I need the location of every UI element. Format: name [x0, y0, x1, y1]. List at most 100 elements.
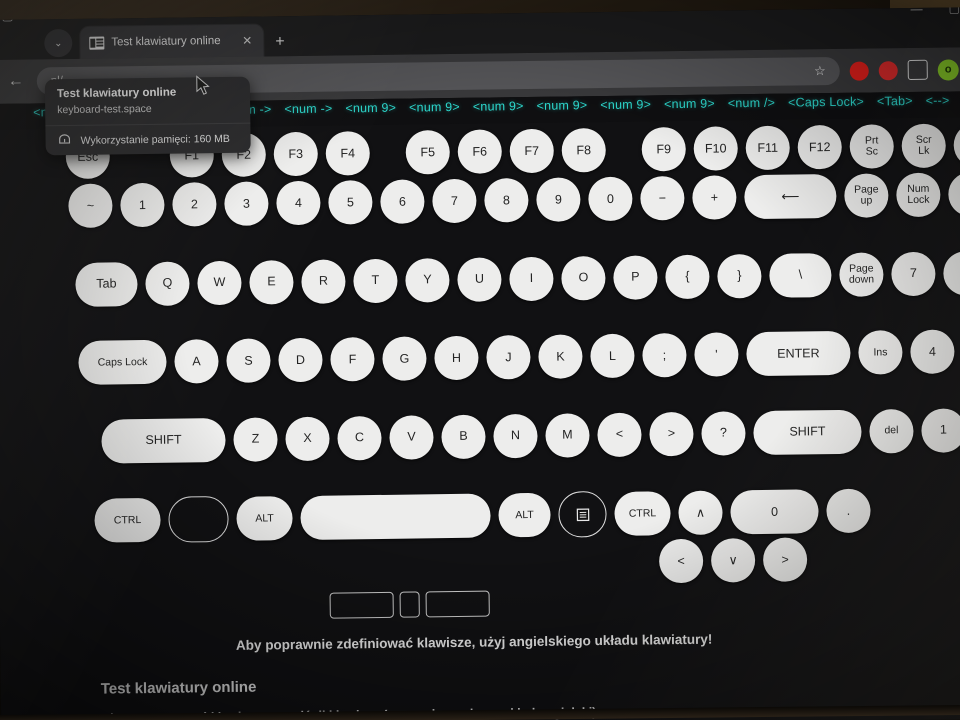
key-shift[interactable]: SHIFT [753, 409, 862, 455]
red-shield-icon[interactable] [878, 60, 898, 80]
key-[interactable]: + [692, 175, 737, 220]
key-ctrl[interactable]: CTRL [614, 491, 671, 536]
key-1[interactable]: 1 [120, 182, 165, 228]
key-[interactable]: ∨ [710, 538, 756, 583]
bookmark-star-icon[interactable]: ☆ [814, 63, 826, 79]
key-page-down[interactable]: Page down [839, 251, 884, 297]
key-[interactable]: ⟵ [744, 173, 837, 220]
key-[interactable]: < [597, 412, 642, 457]
key-[interactable]: ~ [68, 183, 113, 229]
keyboard-bottom-rect[interactable] [425, 590, 490, 618]
key-ins[interactable]: Ins [858, 330, 903, 375]
keyboard-bottom-rect[interactable] [329, 591, 394, 619]
key-enter[interactable]: ENTER [746, 330, 851, 377]
key-7[interactable]: 7 [432, 178, 477, 224]
key-f10[interactable]: F10 [693, 126, 739, 171]
menu-key[interactable] [558, 491, 607, 538]
key-[interactable]: } [717, 253, 762, 299]
key-2[interactable]: 2 [172, 182, 217, 227]
new-tab-button[interactable]: + [275, 33, 285, 51]
key-[interactable]: / [948, 171, 960, 217]
key-6[interactable]: 6 [380, 179, 425, 224]
key-f11[interactable]: F11 [745, 125, 791, 171]
key-7[interactable]: 7 [891, 251, 936, 296]
key-0[interactable]: 0 [730, 489, 819, 535]
key-alt[interactable]: ALT [236, 496, 293, 541]
key-c[interactable]: C [337, 415, 382, 461]
key-e[interactable]: E [249, 259, 294, 305]
key-x[interactable]: X [285, 416, 330, 461]
key-o[interactable]: O [561, 255, 606, 301]
key-b[interactable]: B [441, 414, 486, 459]
key-3[interactable]: 3 [224, 181, 269, 226]
key-i[interactable]: I [509, 256, 554, 301]
key-t[interactable]: T [353, 258, 398, 303]
key-m[interactable]: M [545, 412, 590, 458]
key-[interactable]: < [658, 538, 704, 584]
key-[interactable]: \ [769, 252, 832, 298]
key-v[interactable]: V [389, 414, 434, 460]
key-f3[interactable]: F3 [273, 131, 319, 177]
minimize-window-icon[interactable]: — [910, 7, 922, 16]
key-f6[interactable]: F6 [457, 129, 503, 174]
key-4[interactable]: 4 [910, 329, 955, 375]
key-y[interactable]: Y [405, 257, 450, 303]
keyboard-bottom-rect[interactable] [399, 591, 420, 618]
key-prt-sc[interactable]: Prt Sc [849, 124, 895, 169]
red-flame-icon[interactable] [849, 61, 869, 81]
key-shift[interactable]: SHIFT [101, 417, 226, 464]
space-key[interactable] [300, 493, 491, 541]
back-icon[interactable]: ← [5, 73, 27, 91]
key-g[interactable]: G [382, 336, 427, 381]
key-[interactable]: − [640, 175, 685, 221]
key-4[interactable]: 4 [276, 180, 321, 226]
key-d[interactable]: D [278, 337, 323, 383]
key-k[interactable]: K [538, 334, 583, 379]
key-[interactable]: > [649, 411, 694, 456]
key-5[interactable]: 5 [328, 180, 373, 225]
key-f5[interactable]: F5 [405, 130, 451, 175]
key-[interactable]: { [665, 254, 710, 299]
key-pause-break[interactable]: Pause break [953, 122, 960, 168]
key-1[interactable]: 1 [921, 407, 960, 453]
key-[interactable]: ; [642, 332, 687, 378]
key-[interactable]: > [762, 537, 808, 582]
key-[interactable]: ? [701, 410, 746, 456]
key-8[interactable]: 8 [484, 177, 529, 223]
tab-test-klawiatury-online[interactable]: Test klawiatury online ✕ [80, 24, 264, 59]
key-page-up[interactable]: Page up [844, 173, 889, 218]
maximize-window-icon[interactable]: ▢ [948, 7, 960, 15]
key-f4[interactable]: F4 [325, 131, 371, 176]
key-[interactable]: ∧ [678, 490, 723, 536]
key-n[interactable]: N [493, 413, 538, 458]
key-r[interactable]: R [301, 258, 346, 304]
profile-avatar[interactable]: o [937, 58, 959, 81]
key-tab[interactable]: Tab [75, 261, 138, 307]
key-u[interactable]: U [457, 256, 502, 302]
chevron-down-icon[interactable]: ⌄ [44, 28, 73, 58]
key-caps-lock[interactable]: Caps Lock [78, 339, 167, 385]
key-num-lock[interactable]: Num Lock [896, 172, 941, 218]
key-ctrl[interactable]: CTRL [94, 497, 161, 543]
extension-icon[interactable] [907, 59, 928, 81]
key-[interactable]: . [826, 488, 871, 534]
key-f8[interactable]: F8 [561, 127, 607, 173]
key-0[interactable]: 0 [588, 176, 633, 222]
key-s[interactable]: S [226, 338, 271, 383]
key-f9[interactable]: F9 [641, 126, 687, 172]
key-z[interactable]: Z [233, 416, 278, 462]
win-key[interactable] [168, 495, 229, 543]
key-f7[interactable]: F7 [509, 128, 555, 174]
key-q[interactable]: Q [145, 260, 190, 306]
key-f[interactable]: F [330, 337, 375, 382]
key-del[interactable]: del [869, 408, 914, 454]
key-a[interactable]: A [174, 339, 219, 384]
key-9[interactable]: 9 [536, 177, 581, 222]
key-j[interactable]: J [486, 334, 531, 380]
key-p[interactable]: P [613, 254, 658, 300]
key-w[interactable]: W [197, 260, 242, 305]
key-l[interactable]: L [590, 333, 635, 379]
close-icon[interactable]: ✕ [240, 34, 254, 48]
key-h[interactable]: H [434, 335, 479, 381]
key-alt[interactable]: ALT [498, 492, 551, 538]
